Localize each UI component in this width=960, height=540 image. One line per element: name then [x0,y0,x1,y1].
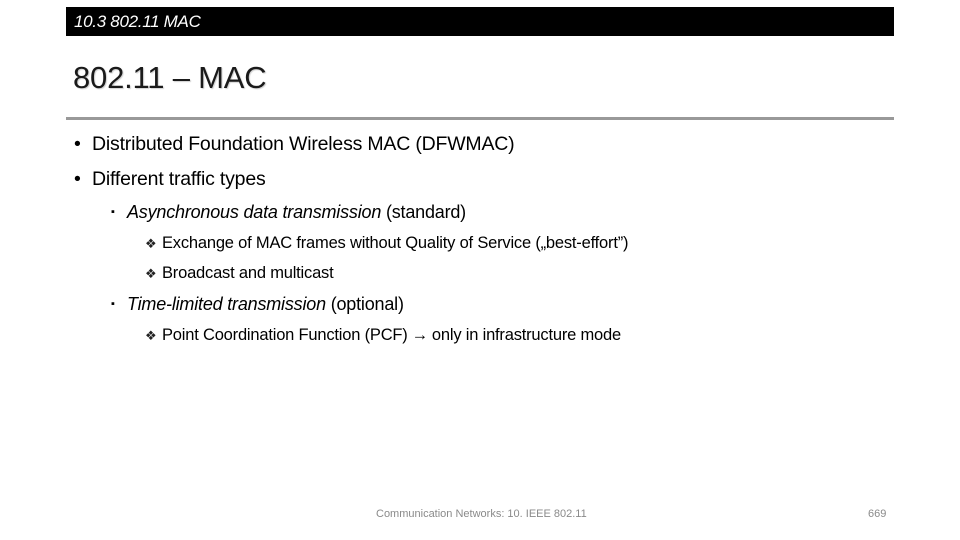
sub-bullet-text: (standard) [381,202,466,222]
sub-bullet-italic-text: Asynchronous data transmission [127,202,382,222]
sub-sub-bullet-text: Exchange of MAC frames without Quality o… [162,234,629,252]
sub-bullet-text: (optional) [325,294,404,314]
square-bullet-icon: ▪ [111,298,115,310]
bullet-text: Different traffic types [92,168,266,190]
sub-sub-bullet-item: ❖ Broadcast and multicast [145,264,334,283]
diamond-bullet-icon: ❖ [145,236,157,251]
right-arrow-icon: → [411,326,429,344]
sub-bullet-item: ▪ Asynchronous data transmission (standar… [111,202,466,223]
diamond-bullet-icon: ❖ [145,266,157,281]
sub-sub-bullet-item: ❖ Point Coordination Function (PCF) → only … [145,326,621,345]
bullet-item: • Different traffic types [74,168,266,191]
diamond-bullet-icon: ❖ [145,328,157,343]
bullet-item: • Distributed Foundation Wireless MAC (DF… [74,133,515,156]
sub-bullet-item: ▪ Time-limited transmission (optional) [111,294,404,315]
sub-sub-bullet-text: Point Coordination Function (PCF) [162,326,408,344]
footer-text: Communication Networks: 10. IEEE 802.11 [376,508,587,520]
title-divider [66,117,894,120]
bullet-dot-icon: • [74,133,81,155]
sub-sub-bullet-text: Broadcast and multicast [162,264,334,282]
bullet-dot-icon: • [74,168,81,190]
section-header-bar: 10.3 802.11 MAC [66,7,894,36]
bullet-text: Distributed Foundation Wireless MAC (DFW… [92,133,515,155]
sub-sub-bullet-item: ❖ Exchange of MAC frames without Quality … [145,234,628,253]
sub-bullet-italic-text: Time-limited transmission [127,294,326,314]
page-number: 669 [868,508,887,520]
sub-sub-bullet-text-after: only in infrastructure mode [431,326,621,344]
section-label: 10.3 802.11 MAC [74,12,201,31]
square-bullet-icon: ▪ [111,206,115,218]
slide-title: 802.11 – MAC [73,60,267,95]
